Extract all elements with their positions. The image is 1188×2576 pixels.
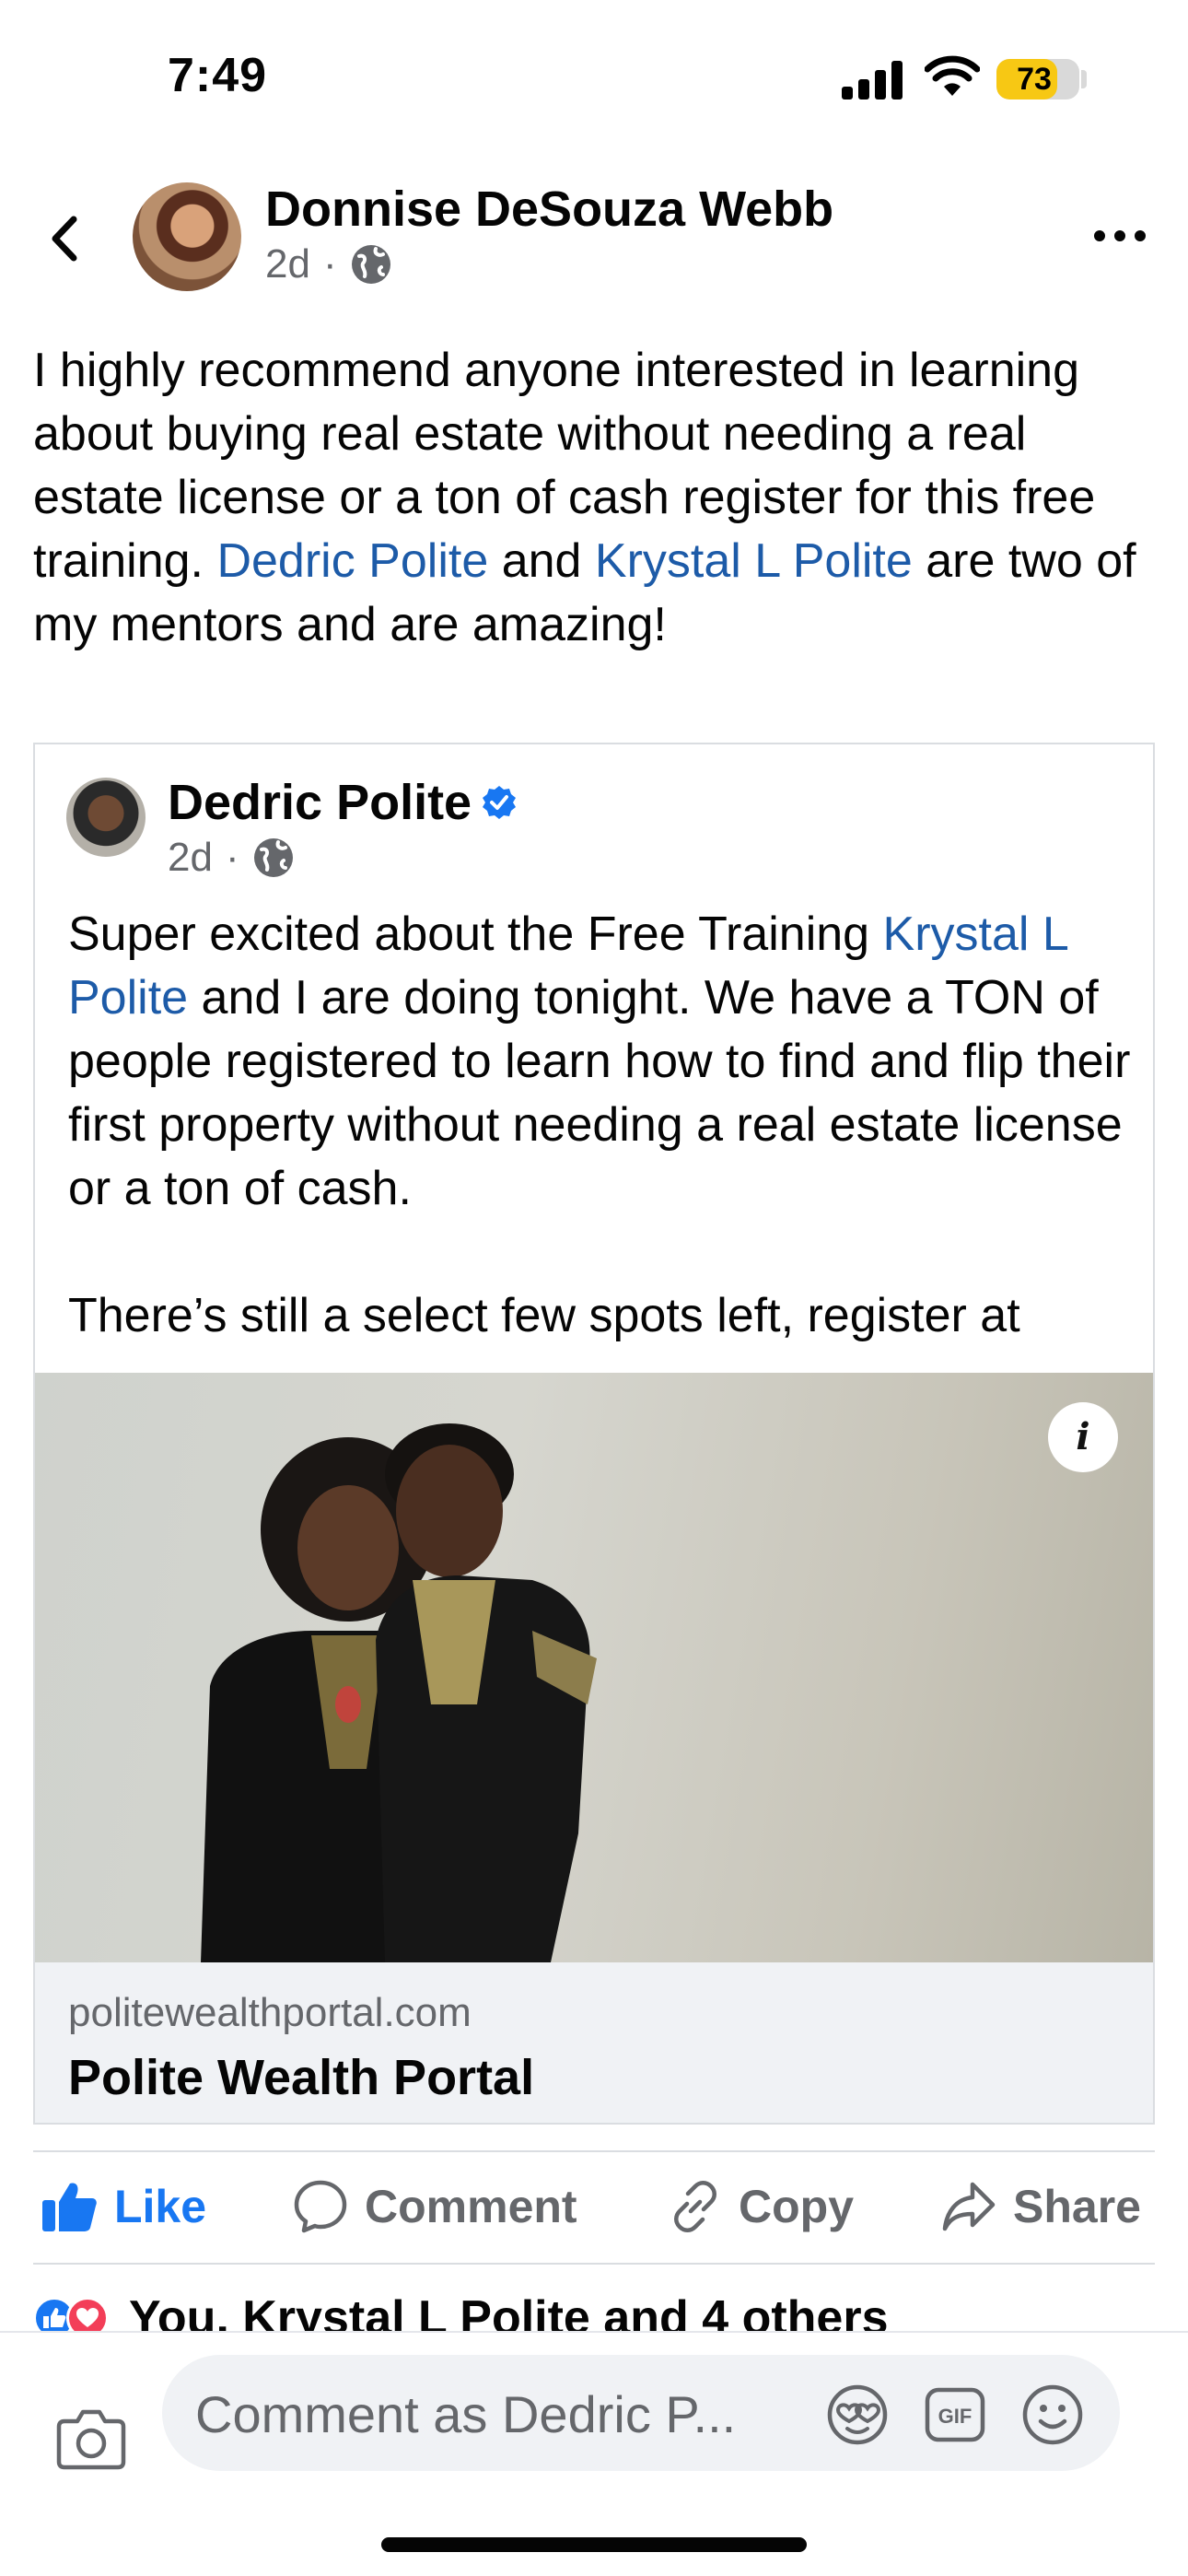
globe-icon	[253, 838, 293, 877]
meta-separator: ·	[322, 241, 337, 287]
like-label: Like	[114, 2181, 207, 2232]
shared-author-name[interactable]: Dedric Polite	[168, 774, 472, 831]
shared-post-card[interactable]: Dedric Polite 2d · Super excited about t…	[33, 743, 1155, 2125]
copy-label: Copy	[739, 2181, 854, 2232]
shared-text-part: Super excited about the Free Training	[68, 907, 883, 961]
comment-bubble-icon	[294, 2180, 347, 2233]
comment-button[interactable]: Comment	[293, 2174, 577, 2239]
battery-tip	[1081, 70, 1087, 88]
shared-author-avatar[interactable]	[66, 778, 146, 857]
mention-krystal-polite[interactable]: Krystal L Polite	[595, 534, 913, 588]
like-thumb-icon	[42, 2183, 97, 2231]
home-indicator[interactable]	[381, 2537, 807, 2552]
meta-separator: ·	[225, 835, 239, 880]
link-icon	[674, 2181, 716, 2232]
mention-dedric-polite[interactable]: Dedric Polite	[216, 534, 488, 588]
emoji-icon[interactable]	[1020, 2383, 1085, 2447]
info-icon[interactable]: i	[1048, 1402, 1118, 1472]
like-button[interactable]: Like	[41, 2174, 206, 2239]
svg-text:GIF: GIF	[938, 2405, 973, 2428]
status-time: 7:49	[168, 49, 268, 102]
verified-badge-icon	[483, 786, 517, 819]
post-text-part: and	[488, 534, 595, 588]
battery-indicator: 73	[996, 59, 1079, 100]
post-time[interactable]: 2d	[265, 241, 310, 287]
post-author-name[interactable]: Donnise DeSouza Webb	[265, 181, 833, 238]
status-bar: 7:49 73	[0, 0, 1188, 157]
cellular-signal-icon	[842, 59, 906, 100]
shared-post-text: Super excited about the Free Training Kr…	[68, 903, 1136, 1382]
post-text: I highly recommend anyone interested in …	[33, 339, 1157, 657]
link-title: Polite Wealth Portal	[68, 2050, 535, 2105]
author-avatar[interactable]	[133, 182, 241, 291]
share-button[interactable]: Share	[941, 2174, 1141, 2239]
shared-author[interactable]: Dedric Polite	[168, 774, 518, 831]
avatar-sticker-icon[interactable]	[825, 2383, 890, 2447]
battery-percent: 73	[1017, 62, 1052, 97]
copy-link-button[interactable]: Copy	[669, 2174, 854, 2239]
couple-photo-illustration	[201, 1423, 597, 1962]
share-arrow-icon	[942, 2182, 996, 2231]
more-icon[interactable]	[1094, 217, 1146, 254]
link-domain: politewealthportal.com	[68, 1990, 472, 2035]
globe-icon	[351, 245, 390, 284]
comment-input[interactable]: Comment as Dedric P... GIF	[162, 2355, 1120, 2471]
link-preview[interactable]: politewealthportal.com Polite Wealth Por…	[35, 1962, 1153, 2123]
shared-post-photo[interactable]: i	[35, 1373, 1153, 1962]
shared-post-time[interactable]: 2d	[168, 835, 213, 881]
comment-placeholder: Comment as Dedric P...	[195, 2385, 737, 2443]
comment-label: Comment	[365, 2181, 577, 2232]
post-meta: 2d ·	[265, 241, 392, 287]
wifi-icon	[925, 55, 980, 96]
divider	[33, 2263, 1155, 2265]
back-chevron-icon[interactable]	[42, 206, 88, 271]
share-label: Share	[1013, 2181, 1141, 2232]
camera-icon[interactable]	[55, 2406, 127, 2471]
divider	[33, 2150, 1155, 2152]
shared-post-meta: 2d ·	[168, 835, 295, 881]
shared-text-part: and I are doing tonight. We have a TON o…	[68, 971, 1131, 1342]
gif-icon[interactable]: GIF	[923, 2383, 987, 2447]
